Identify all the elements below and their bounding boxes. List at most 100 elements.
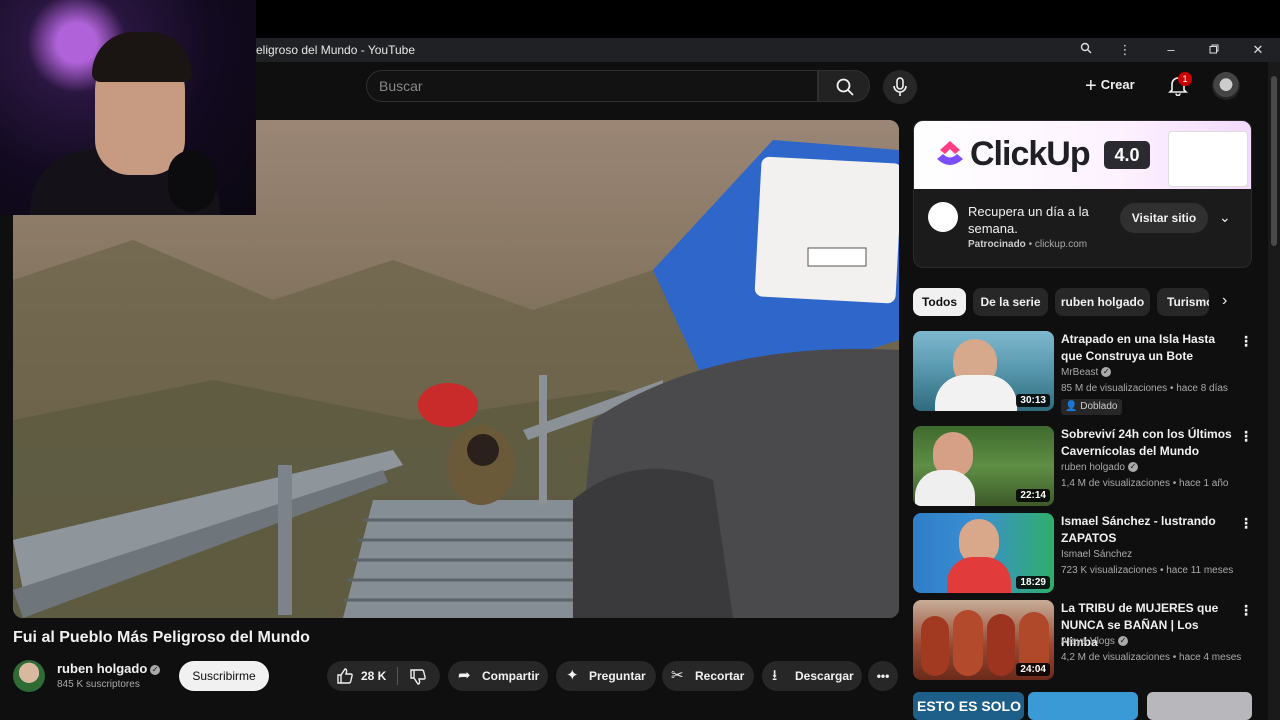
channel-avatar[interactable] bbox=[13, 660, 45, 692]
video-meta: 1,4 M de visualizaciones • hace 1 año bbox=[1061, 478, 1229, 489]
list-item[interactable]: 24:04 La TRIBU de MUJERES que NUNCA se B… bbox=[913, 600, 1268, 680]
channel-name-text: MrBeast bbox=[1061, 367, 1099, 378]
more-horiz-icon: ••• bbox=[876, 669, 890, 683]
ad-headline: Recupera un día a la semana. bbox=[968, 204, 1089, 236]
voice-search-button[interactable] bbox=[883, 70, 917, 104]
video-meta: 4,2 M de visualizaciones • hace 4 meses bbox=[1061, 652, 1242, 663]
list-item[interactable]: 22:14 Sobreviví 24h con los Últimos Cave… bbox=[913, 426, 1268, 506]
dislike-button[interactable] bbox=[399, 661, 440, 691]
clip-button[interactable]: ✂ Recortar bbox=[662, 661, 754, 691]
window-title: eligroso del Mundo - YouTube bbox=[256, 43, 415, 57]
ask-label: Preguntar bbox=[589, 669, 646, 683]
channel-name[interactable]: ruben holgado ✓ bbox=[57, 661, 161, 676]
more-vert-icon[interactable]: ⋮ bbox=[1239, 602, 1253, 619]
search-input[interactable]: Buscar bbox=[366, 70, 818, 102]
page-scrollbar[interactable] bbox=[1268, 62, 1280, 720]
streamer-hair bbox=[92, 32, 192, 82]
restore-icon[interactable] bbox=[1206, 42, 1222, 58]
channel-name[interactable]: Ismael Sánchez bbox=[1061, 549, 1132, 560]
microphone bbox=[168, 150, 216, 212]
ad-sponsored-line: Patrocinado • clickup.com bbox=[968, 239, 1088, 250]
minimize-icon[interactable]: – bbox=[1163, 42, 1179, 58]
mic-icon bbox=[893, 77, 907, 96]
ad-banner[interactable]: ClickUp 4.0 bbox=[914, 121, 1251, 189]
like-count: 28 K bbox=[361, 669, 387, 683]
list-item[interactable]: 30:13 Atrapado en una Isla Hasta que Con… bbox=[913, 331, 1268, 415]
create-button[interactable]: + Crear bbox=[1085, 75, 1135, 97]
ad-sponsored-label: Patrocinado bbox=[968, 239, 1026, 250]
chip-de-la-serie[interactable]: De la serie bbox=[973, 288, 1048, 316]
sparkle-icon: ✦ bbox=[566, 667, 579, 684]
channel-name[interactable]: ruben holgado ✓ bbox=[1061, 462, 1138, 473]
ad-card[interactable]: ClickUp 4.0 Recupera un día a la semana.… bbox=[913, 120, 1252, 268]
notification-badge: 1 bbox=[1178, 72, 1192, 86]
video-thumbnail[interactable] bbox=[1147, 692, 1252, 720]
account-avatar[interactable] bbox=[1212, 72, 1240, 100]
more-vert-icon[interactable]: ⋮ bbox=[1117, 42, 1133, 58]
video-title[interactable]: Ismael Sánchez - lustrando ZAPATOS bbox=[1061, 513, 1233, 547]
more-vert-icon[interactable]: ⋮ bbox=[1239, 515, 1253, 532]
video-meta: 723 K visualizaciones • hace 11 meses bbox=[1061, 565, 1234, 576]
more-vert-icon[interactable]: ⋮ bbox=[1239, 428, 1253, 445]
video-thumbnail[interactable]: 22:14 bbox=[913, 426, 1054, 506]
scissors-icon: ✂ bbox=[671, 667, 684, 684]
video-thumbnail[interactable]: 18:29 bbox=[913, 513, 1054, 593]
share-icon: ➦ bbox=[458, 667, 471, 684]
chevron-right-icon[interactable]: › bbox=[1222, 292, 1227, 310]
ad-brand: ClickUp bbox=[970, 135, 1091, 173]
chip-todos[interactable]: Todos bbox=[913, 288, 966, 316]
channel-name[interactable]: Araya Vlogs ✓ bbox=[1061, 636, 1128, 647]
ad-visit-button[interactable]: Visitar sitio bbox=[1120, 203, 1208, 233]
ad-advertiser-avatar bbox=[928, 202, 958, 232]
thumbnail-text: ESTO ES SOLO bbox=[917, 698, 1021, 714]
channel-name-text: ruben holgado bbox=[1061, 462, 1125, 473]
chevron-down-icon[interactable]: ⌄ bbox=[1219, 209, 1231, 226]
dubbed-badge-label: Doblado bbox=[1080, 401, 1118, 412]
dubbed-badge: 👤 Doblado bbox=[1061, 399, 1122, 415]
download-button[interactable]: ⭳ Descargar bbox=[762, 661, 862, 691]
webcam-overlay bbox=[0, 0, 256, 215]
subscriber-count: 845 K suscriptores bbox=[57, 679, 140, 690]
download-label: Descargar bbox=[795, 669, 854, 683]
thumbs-down-icon bbox=[410, 669, 426, 685]
ad-domain: clickup.com bbox=[1034, 239, 1088, 250]
share-button[interactable]: ➦ Compartir bbox=[448, 661, 548, 691]
like-dislike-group: 28 K bbox=[327, 661, 440, 691]
download-icon: ⭳ bbox=[772, 667, 778, 684]
more-vert-icon[interactable]: ⋮ bbox=[1239, 333, 1253, 350]
video-title[interactable]: Atrapado en una Isla Hasta que Construya… bbox=[1061, 331, 1233, 365]
verified-icon: ✓ bbox=[150, 664, 161, 675]
chip-ruben-holgado[interactable]: ruben holgado bbox=[1055, 288, 1150, 316]
video-meta: 85 M de visualizaciones • hace 8 días bbox=[1061, 383, 1228, 394]
verified-icon: ✓ bbox=[1101, 367, 1112, 378]
person-icon: 👤 bbox=[1065, 401, 1078, 412]
verified-icon: ✓ bbox=[1117, 636, 1128, 647]
share-label: Compartir bbox=[482, 669, 540, 683]
channel-name[interactable]: MrBeast ✓ bbox=[1061, 367, 1112, 378]
ad-version: 4.0 bbox=[1104, 141, 1150, 169]
verified-icon: ✓ bbox=[1127, 462, 1138, 473]
ad-app-screenshot bbox=[1168, 131, 1248, 187]
subscribe-button[interactable]: Suscribirme bbox=[179, 661, 269, 691]
list-item[interactable]: 18:29 Ismael Sánchez - lustrando ZAPATOS… bbox=[913, 513, 1268, 593]
clip-label: Recortar bbox=[695, 669, 745, 683]
close-icon[interactable]: ✕ bbox=[1250, 42, 1266, 58]
plus-icon: + bbox=[1085, 75, 1097, 97]
zoom-icon[interactable] bbox=[1078, 42, 1094, 58]
video-duration: 18:29 bbox=[1016, 576, 1050, 589]
video-thumbnail[interactable]: 30:13 bbox=[913, 331, 1054, 411]
like-button[interactable]: 28 K bbox=[327, 661, 397, 691]
video-thumbnail[interactable] bbox=[1028, 692, 1138, 720]
video-thumbnail[interactable]: ESTO ES SOLO bbox=[913, 692, 1024, 720]
scrollbar-thumb[interactable] bbox=[1271, 76, 1277, 246]
search-placeholder: Buscar bbox=[379, 78, 423, 94]
video-title: Fui al Pueblo Más Peligroso del Mundo bbox=[13, 629, 310, 646]
ask-button[interactable]: ✦ Preguntar bbox=[556, 661, 656, 691]
video-duration: 22:14 bbox=[1016, 489, 1050, 502]
video-thumbnail[interactable]: 24:04 bbox=[913, 600, 1054, 680]
more-actions-button[interactable]: ••• bbox=[868, 661, 898, 691]
video-title[interactable]: Sobreviví 24h con los Últimos Cavernícol… bbox=[1061, 426, 1233, 460]
search-button[interactable] bbox=[818, 70, 870, 102]
clickup-logo-icon bbox=[937, 141, 963, 165]
chip-turismo[interactable]: Turismo bbox=[1157, 288, 1209, 316]
